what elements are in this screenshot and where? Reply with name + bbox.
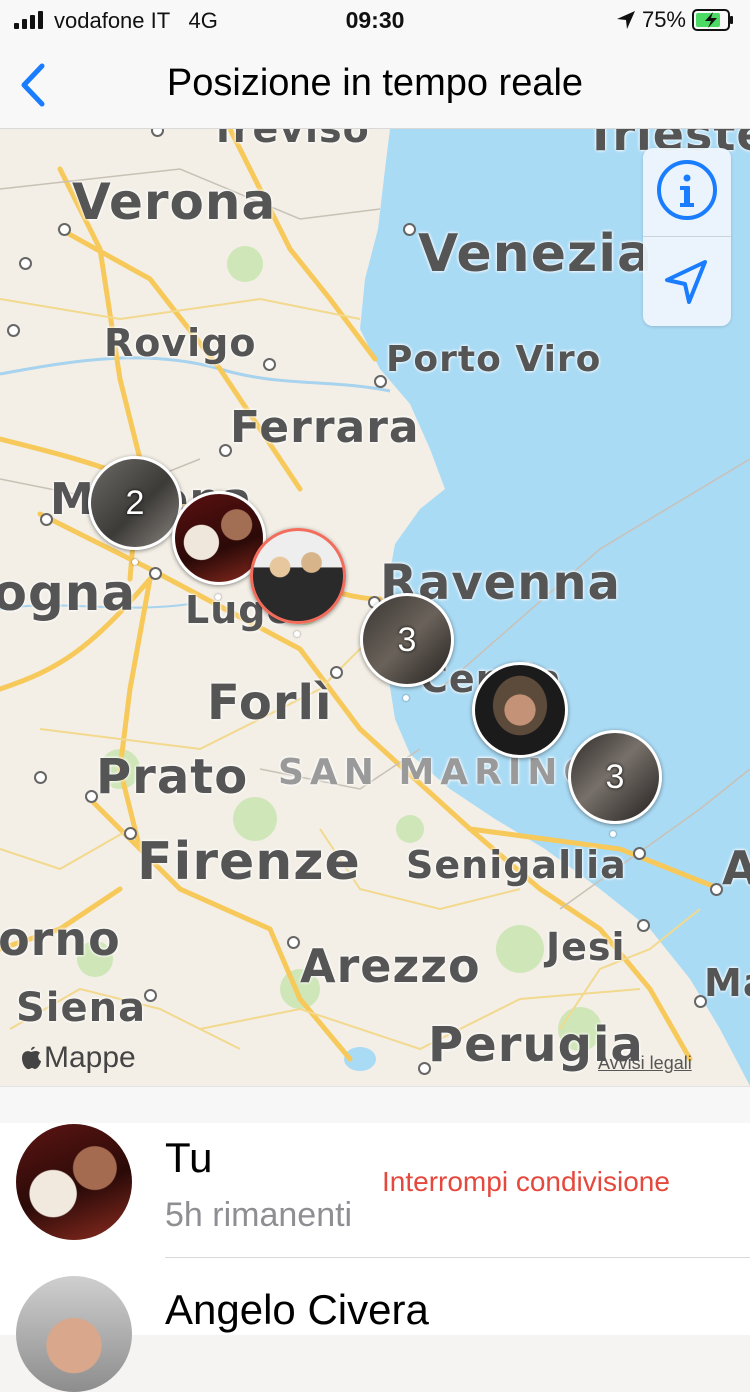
friend-cluster-pin[interactable]: 3 bbox=[568, 730, 662, 824]
map-label-ancona: Ancona bbox=[722, 841, 750, 895]
map-city-dot bbox=[149, 567, 162, 580]
info-icon bbox=[657, 160, 717, 220]
navigation-bar: Posizione in tempo reale bbox=[0, 40, 750, 129]
status-bar: vodafone IT 4G 09:30 75% bbox=[0, 0, 750, 40]
stop-sharing-button[interactable]: Interrompi condivisione bbox=[382, 1166, 670, 1198]
map-city-dot bbox=[263, 358, 276, 371]
person-name: Angelo Civera bbox=[165, 1286, 429, 1333]
map-label-senigallia: Senigallia bbox=[406, 843, 627, 887]
pin-location-dot bbox=[215, 594, 221, 600]
time-remaining: 5h rimanenti bbox=[165, 1196, 353, 1234]
map-city-dot bbox=[403, 223, 416, 236]
map-city-dot bbox=[124, 827, 137, 840]
map-city-dot bbox=[34, 771, 47, 784]
person-row-me[interactable]: Tu 5h rimanenti Interrompi condivisione bbox=[0, 1086, 750, 1258]
avatar bbox=[16, 1276, 132, 1392]
map-city-dot bbox=[633, 847, 646, 860]
map-label-treviso: Treviso bbox=[210, 129, 370, 151]
map-label-ferrara: Ferrara bbox=[230, 402, 420, 453]
map-label-macerata: Macerata bbox=[704, 961, 750, 1005]
person-row-friend[interactable]: Angelo Civera bbox=[0, 1258, 750, 1392]
person-name: Tu bbox=[165, 1134, 213, 1181]
map-label-rovigo: Rovigo bbox=[104, 321, 257, 365]
map-label-prato: Prato bbox=[96, 749, 249, 805]
map-label-venezia: Venezia bbox=[418, 224, 654, 284]
map-city-dot bbox=[7, 324, 20, 337]
legal-notices-link[interactable]: Avvisi legali bbox=[598, 1053, 692, 1074]
battery-percent: 75% bbox=[641, 7, 686, 32]
friend-avatar-pin[interactable] bbox=[472, 662, 568, 758]
battery-charging-icon bbox=[692, 9, 733, 31]
map-label-jesi: Jesi bbox=[546, 925, 626, 969]
apple-logo-icon bbox=[22, 1046, 41, 1070]
friend-cluster-pin[interactable]: 2 bbox=[88, 456, 182, 550]
pin-location-dot bbox=[132, 559, 138, 565]
map-label-porto-viro: Porto Viro bbox=[386, 339, 602, 380]
map-city-dot bbox=[287, 936, 300, 949]
map-label-verona: Verona bbox=[72, 173, 277, 231]
map-label-arezzo: Arezzo bbox=[300, 939, 481, 993]
map-label-forli: Forlì bbox=[207, 675, 333, 731]
control-separator bbox=[643, 236, 731, 237]
map-label-bologna: Bologna bbox=[0, 564, 137, 622]
location-arrow-icon bbox=[616, 11, 635, 29]
location-arrow-icon bbox=[665, 260, 707, 304]
map-label-livorno: Livorno bbox=[0, 912, 121, 966]
map-city-dot bbox=[19, 257, 32, 270]
map-label-firenze: Firenze bbox=[137, 832, 361, 892]
map-controls bbox=[643, 148, 731, 326]
map-view[interactable]: Treviso Trieste Verona Venezia Rovigo Po… bbox=[0, 129, 750, 1086]
pin-location-dot bbox=[403, 695, 409, 701]
maps-brand: Mappe bbox=[20, 1041, 136, 1075]
map-label-san-marino: SAN MARINO bbox=[278, 752, 600, 793]
avatar bbox=[16, 1124, 132, 1240]
status-right: 75% bbox=[616, 7, 734, 33]
friend-avatar-pin[interactable] bbox=[250, 528, 346, 624]
page-title: Posizione in tempo reale bbox=[166, 62, 584, 104]
pin-location-dot bbox=[610, 831, 616, 837]
map-city-dot bbox=[637, 919, 650, 932]
info-button[interactable] bbox=[643, 148, 731, 236]
locate-me-button[interactable] bbox=[643, 238, 731, 326]
map-city-dot bbox=[58, 223, 71, 236]
map-label-siena: Siena bbox=[16, 985, 147, 1031]
friend-cluster-pin[interactable]: 3 bbox=[360, 593, 454, 687]
pin-location-dot bbox=[294, 631, 300, 637]
